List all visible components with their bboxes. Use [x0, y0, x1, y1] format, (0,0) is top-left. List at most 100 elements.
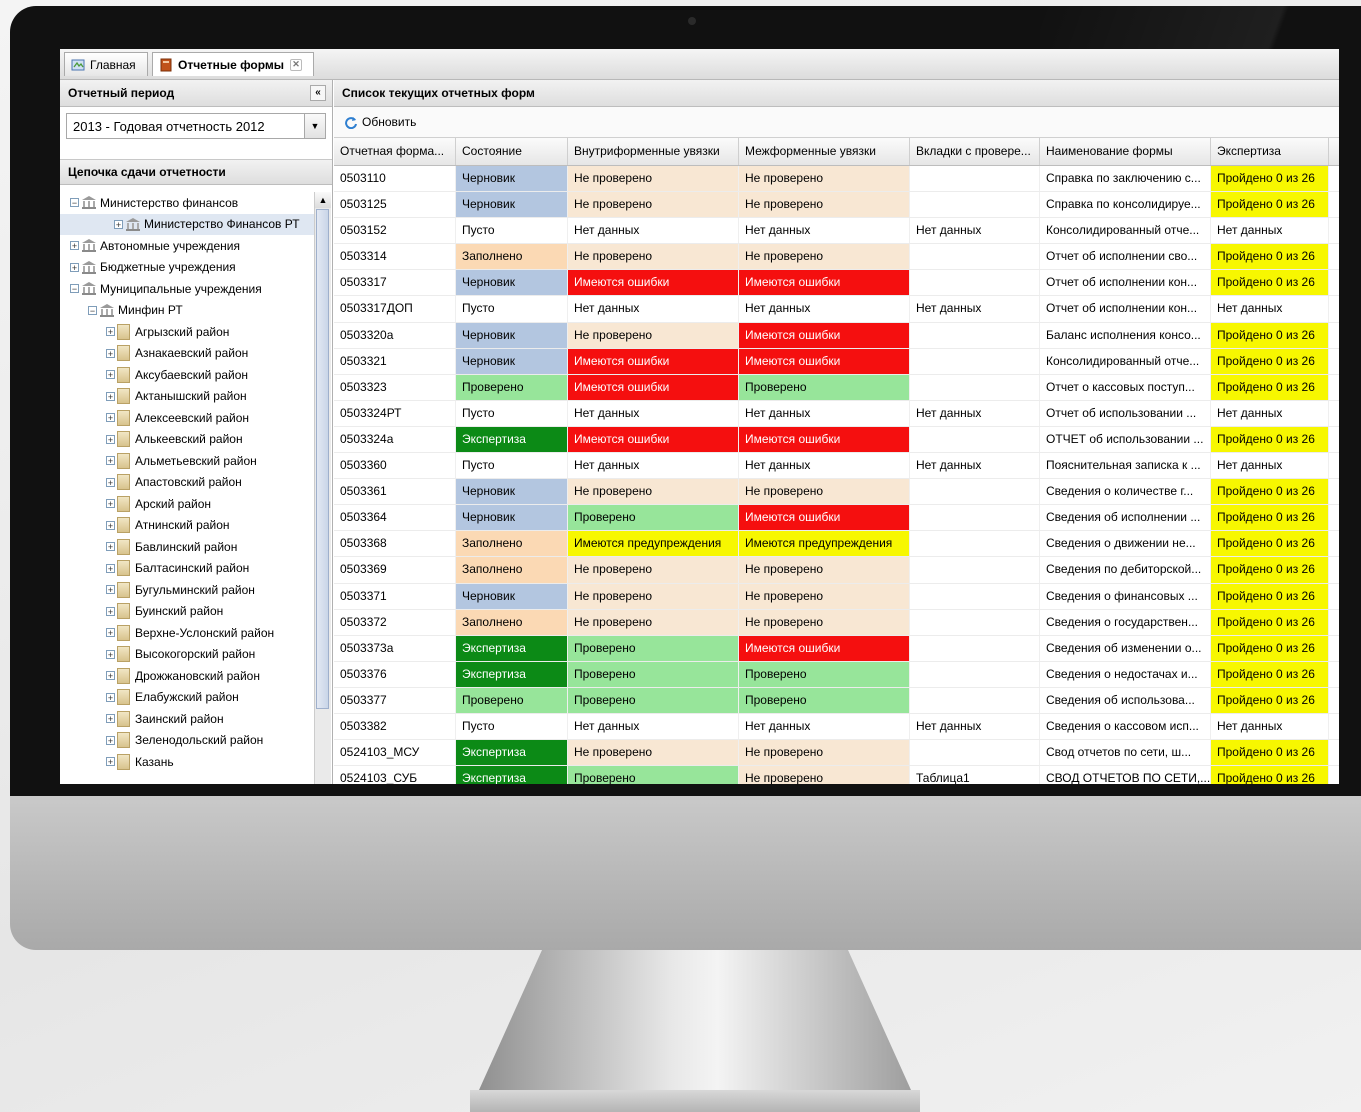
table-cell: Не проверено	[568, 609, 739, 635]
table-row[interactable]: 0503369 Заполнено Не проверено Не проверено…	[334, 557, 1339, 584]
table-row[interactable]: 0503110 Черновик Не проверено Не проверено С…	[334, 166, 1339, 193]
chevron-down-icon[interactable]: ▼	[304, 114, 325, 138]
expand-node-icon[interactable]: +	[106, 757, 115, 767]
expand-node-icon[interactable]: +	[106, 649, 115, 659]
tab-report-forms[interactable]: Отчетные формы ✕	[152, 52, 314, 76]
table-row[interactable]: 0524103_СУБ Экспертиза Проверено Не провере…	[334, 766, 1339, 784]
expand-node-icon[interactable]: +	[106, 542, 115, 552]
table-row[interactable]: 0503152 Пусто Нет данных Нет данных Нет данн…	[334, 218, 1339, 245]
tree-item[interactable]: + Арский район	[60, 493, 314, 515]
table-row[interactable]: 0503373а Экспертиза Проверено Имеются ошибк…	[334, 635, 1339, 662]
tree-item[interactable]: + Балтасинский район	[60, 558, 314, 580]
tree-item[interactable]: + Автономные учреждения	[60, 235, 314, 257]
table-row[interactable]: 0503371 Черновик Не проверено Не проверено С…	[334, 583, 1339, 610]
tree-scrollbar[interactable]: ▲	[314, 192, 331, 784]
tree-item[interactable]: + Азнакаевский район	[60, 343, 314, 365]
expand-node-icon[interactable]: +	[106, 370, 115, 380]
tree-item[interactable]: + Елабужский район	[60, 687, 314, 709]
table-row[interactable]: 0503377 Проверено Проверено Проверено Сведен…	[334, 687, 1339, 714]
expand-node-icon[interactable]: +	[106, 735, 115, 745]
tree-item[interactable]: + Аксубаевский район	[60, 364, 314, 386]
tree-item-label: Высокогорский район	[135, 647, 256, 662]
collapse-node-icon[interactable]: −	[70, 284, 79, 294]
table-row[interactable]: 0503323 Проверено Имеются ошибки Проверено О…	[334, 374, 1339, 401]
collapse-node-icon[interactable]: −	[88, 305, 97, 315]
expand-node-icon[interactable]: +	[106, 563, 115, 573]
tree-item[interactable]: + Высокогорский район	[60, 644, 314, 666]
column-header[interactable]: Наименование формы	[1040, 138, 1211, 165]
column-header[interactable]: Состояние	[456, 138, 568, 165]
expand-node-icon[interactable]: +	[106, 671, 115, 681]
table-row[interactable]: 0503361 Черновик Не проверено Не проверено С…	[334, 479, 1339, 506]
collapse-node-icon[interactable]: −	[70, 198, 79, 208]
tree-item[interactable]: + Альметьевский район	[60, 450, 314, 472]
expand-node-icon[interactable]: +	[106, 714, 115, 724]
tree-item[interactable]: − Минфин РТ	[60, 300, 314, 322]
expand-node-icon[interactable]: +	[106, 520, 115, 530]
tree-item[interactable]: − Муниципальные учреждения	[60, 278, 314, 300]
tree-item[interactable]: + Актанышский район	[60, 386, 314, 408]
monitor-chin	[10, 796, 1361, 950]
scroll-up-icon[interactable]: ▲	[315, 192, 331, 208]
expand-node-icon[interactable]: +	[106, 477, 115, 487]
column-header[interactable]: Межформенные увязки	[739, 138, 910, 165]
tree-item[interactable]: + Бугульминский район	[60, 579, 314, 601]
tree-item[interactable]: + Алексеевский район	[60, 407, 314, 429]
expand-node-icon[interactable]: +	[106, 606, 115, 616]
table-row[interactable]: 0503317 Черновик Имеются ошибки Имеются оши…	[334, 270, 1339, 297]
table-row[interactable]: 0503382 Пусто Нет данных Нет данных Нет данн…	[334, 713, 1339, 741]
table-row[interactable]: 0503376 Экспертиза Проверено Проверено Сведе…	[334, 661, 1339, 688]
close-icon[interactable]: ✕	[290, 58, 303, 71]
tree-item[interactable]: + Буинский район	[60, 601, 314, 623]
tree-item[interactable]: + Дрожжановский район	[60, 665, 314, 687]
expand-node-icon[interactable]: +	[70, 262, 79, 272]
table-cell: Не проверено	[739, 244, 910, 270]
table-row[interactable]: 0503360 Пусто Нет данных Нет данных Нет данн…	[334, 453, 1339, 480]
period-select[interactable]: 2013 - Годовая отчетность 2012 ▼	[66, 113, 326, 139]
table-row[interactable]: 0503372 Заполнено Не проверено Не проверено…	[334, 609, 1339, 636]
expand-node-icon[interactable]: +	[70, 241, 79, 251]
expand-node-icon[interactable]: +	[106, 434, 115, 444]
expand-node-icon[interactable]: +	[106, 456, 115, 466]
column-header[interactable]: Отчетная форма...	[334, 138, 456, 165]
tree-item[interactable]: + Алькеевский район	[60, 429, 314, 451]
tree-item[interactable]: + Зеленодольский район	[60, 730, 314, 752]
tree-item[interactable]: + Атнинский район	[60, 515, 314, 537]
expand-node-icon[interactable]: +	[106, 499, 115, 509]
table-row[interactable]: 0503320а Черновик Не проверено Имеются ошиб…	[334, 322, 1339, 349]
expand-node-icon[interactable]: +	[106, 391, 115, 401]
scrollbar-thumb[interactable]	[316, 209, 329, 709]
table-row[interactable]: 0503364 Черновик Проверено Имеются ошибки Св…	[334, 505, 1339, 532]
expand-node-icon[interactable]: +	[106, 692, 115, 702]
column-header[interactable]: Внутриформенные увязки	[568, 138, 739, 165]
tab-home[interactable]: Главная	[64, 52, 148, 76]
tree-item[interactable]: + Бюджетные учреждения	[60, 257, 314, 279]
expand-node-icon[interactable]: +	[106, 413, 115, 423]
table-row[interactable]: 0503324РТ Пусто Нет данных Нет данных Нет да…	[334, 400, 1339, 427]
refresh-button[interactable]: Обновить	[344, 115, 416, 129]
expand-node-icon[interactable]: +	[114, 219, 123, 229]
column-header[interactable]: Вкладки с провере...	[910, 138, 1040, 165]
table-row[interactable]: 0503368 Заполнено Имеются предупреждения Им…	[334, 531, 1339, 558]
collapse-left-icon[interactable]: «	[310, 85, 326, 101]
expand-node-icon[interactable]: +	[106, 327, 115, 337]
table-row[interactable]: 0524103_МСУ Экспертиза Не проверено Не пров…	[334, 740, 1339, 767]
table-row[interactable]: 0503324а Экспертиза Имеются ошибки Имеются …	[334, 426, 1339, 454]
tree-item[interactable]: + Казань	[60, 751, 314, 773]
tree-item[interactable]: + Министерство Финансов РТ	[60, 213, 314, 235]
table-row[interactable]: 0503317ДОП Пусто Нет данных Нет данных Нет д…	[334, 296, 1339, 323]
table-row[interactable]: 0503314 Заполнено Не проверено Не проверено…	[334, 244, 1339, 271]
expand-node-icon[interactable]: +	[106, 628, 115, 638]
tree-item[interactable]: + Апастовский район	[60, 472, 314, 494]
column-header[interactable]: Экспертиза	[1211, 138, 1329, 165]
expand-node-icon[interactable]: +	[106, 348, 115, 358]
table-row[interactable]: 0503321 Черновик Имеются ошибки Имеются оши…	[334, 348, 1339, 375]
table-row[interactable]: 0503125 Черновик Не проверено Не проверено С…	[334, 192, 1339, 219]
tree-item[interactable]: + Верхне-Услонский район	[60, 622, 314, 644]
tree-item[interactable]: + Агрызский район	[60, 321, 314, 343]
tree-item[interactable]: + Бавлинский район	[60, 536, 314, 558]
tree-item[interactable]: + Заинский район	[60, 708, 314, 730]
expand-node-icon[interactable]: +	[106, 585, 115, 595]
tree-item-label: Азнакаевский район	[135, 346, 249, 361]
tree-item[interactable]: − Министерство финансов	[60, 192, 314, 214]
